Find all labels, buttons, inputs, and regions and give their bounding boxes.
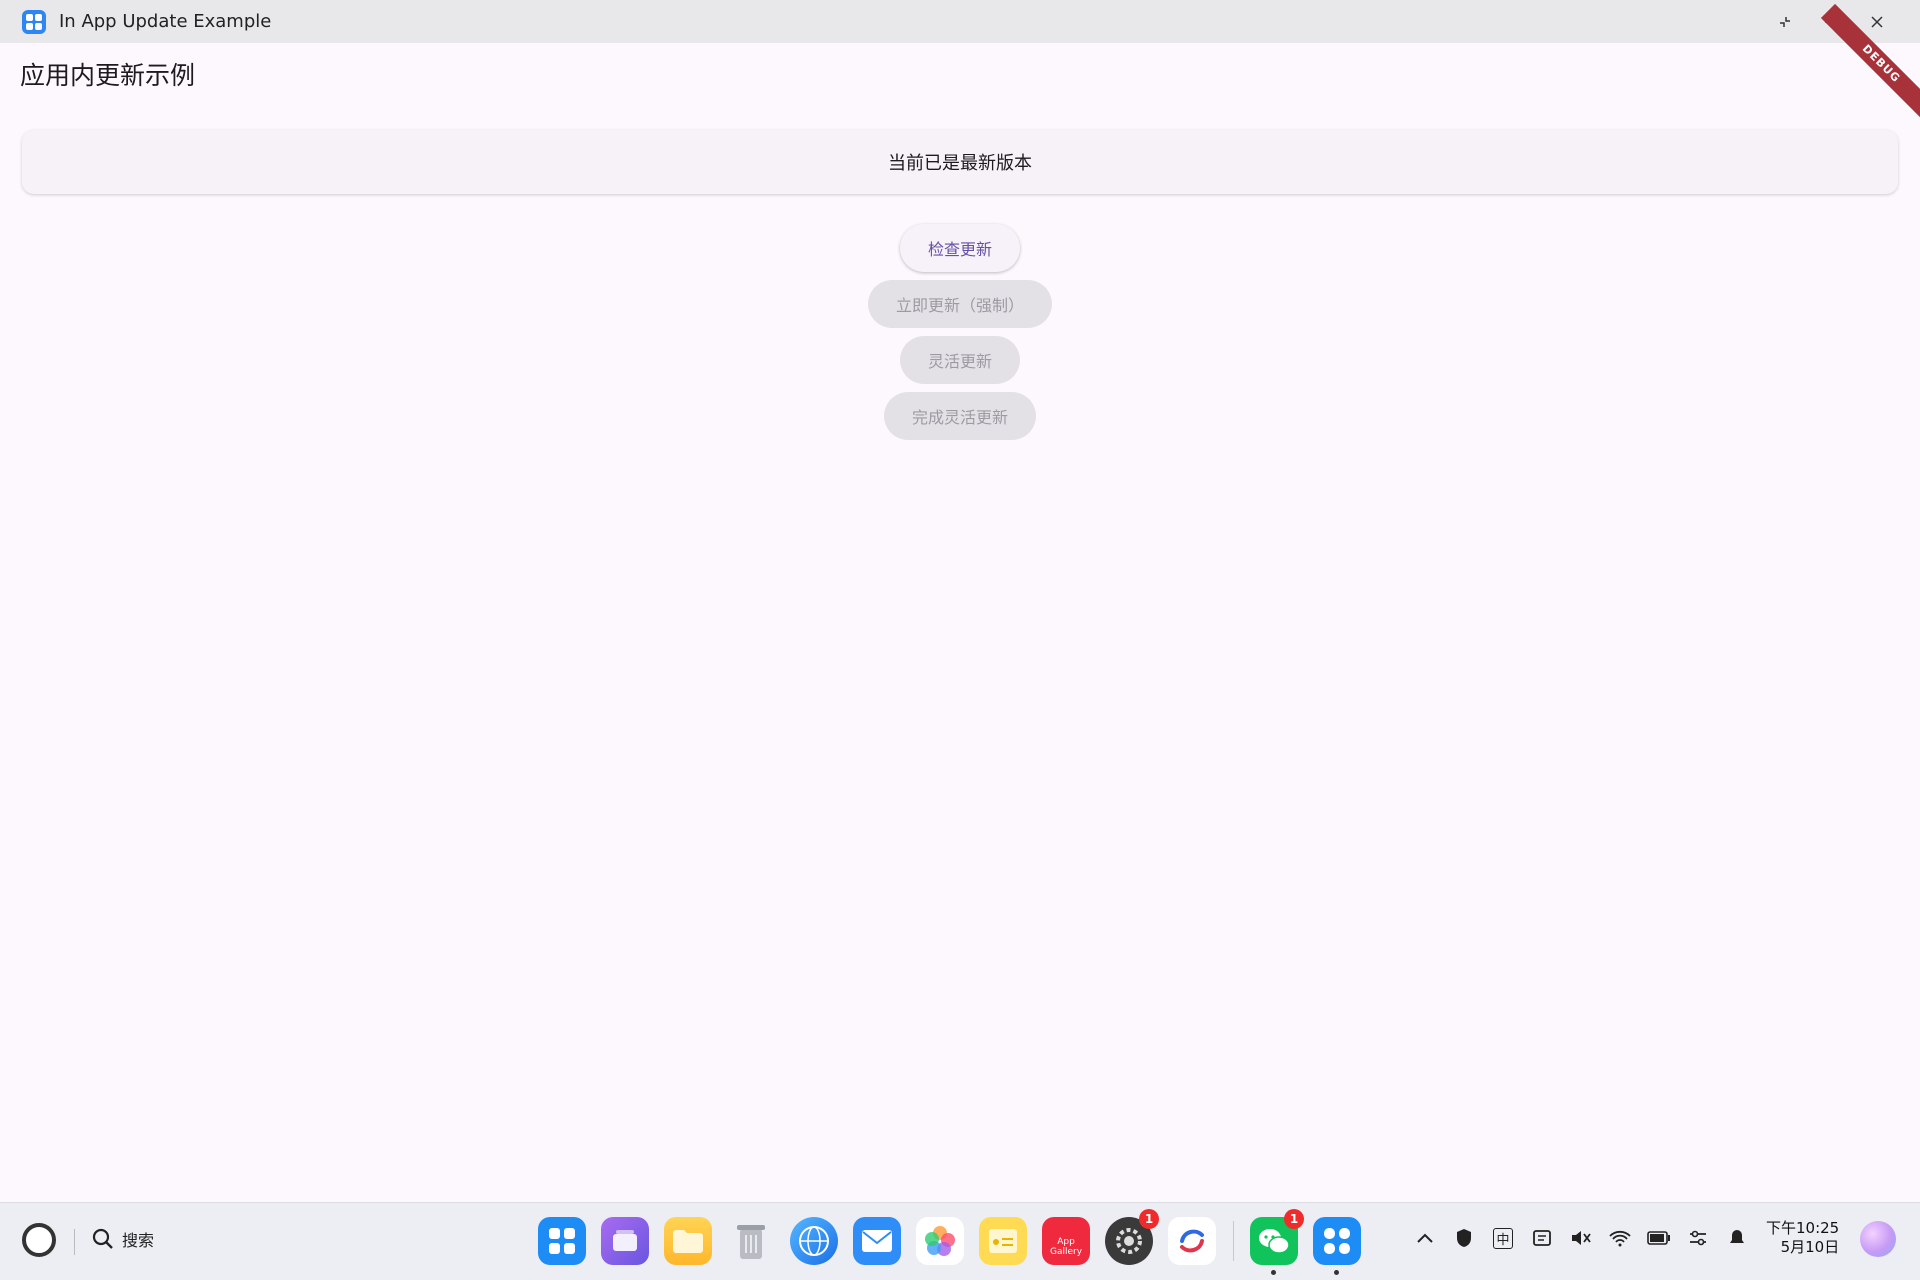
app-gallery-icon[interactable]: App Gallery <box>1042 1217 1090 1265</box>
app-gallery-label-1: App <box>1057 1237 1075 1247</box>
action-buttons: 检查更新 立即更新（强制） 灵活更新 完成灵活更新 <box>0 224 1920 448</box>
restore-icon <box>1780 16 1790 27</box>
mail-icon[interactable] <box>853 1217 901 1265</box>
immediate-update-button[interactable]: 立即更新（强制） <box>867 280 1052 328</box>
launcher-icon[interactable] <box>538 1217 586 1265</box>
wifi-icon[interactable] <box>1607 1225 1633 1251</box>
shield-icon[interactable] <box>1451 1225 1477 1251</box>
status-text: 当前已是最新版本 <box>888 153 1032 174</box>
chevron-up-icon[interactable] <box>1412 1225 1438 1251</box>
trash-icon[interactable] <box>727 1217 775 1265</box>
dock: App Gallery 1 1 <box>538 1209 1376 1275</box>
multi-window-icon[interactable] <box>601 1217 649 1265</box>
start-button[interactable] <box>22 1223 56 1257</box>
settings-badge: 1 <box>1139 1209 1159 1229</box>
control-center-icon[interactable] <box>1685 1225 1711 1251</box>
running-indicator <box>1271 1270 1276 1275</box>
notes-icon[interactable] <box>979 1217 1027 1265</box>
volume-muted-icon[interactable] <box>1568 1225 1594 1251</box>
check-update-button[interactable]: 检查更新 <box>899 224 1020 272</box>
system-tray: 中 <box>1412 1225 1763 1251</box>
search-button[interactable]: 搜索 <box>92 1227 154 1251</box>
page-title: 应用内更新示例 <box>20 61 196 90</box>
files-icon[interactable] <box>664 1217 712 1265</box>
taskbar-divider <box>74 1229 75 1255</box>
clipboard-icon[interactable] <box>1529 1225 1555 1251</box>
ime-indicator[interactable]: 中 <box>1490 1225 1516 1251</box>
flexible-update-button[interactable]: 灵活更新 <box>899 336 1020 384</box>
complete-flexible-update-button[interactable]: 完成灵活更新 <box>883 392 1036 440</box>
title-bar: In App Update Example <box>0 0 1920 43</box>
assistant-icon[interactable] <box>1860 1221 1896 1257</box>
running-indicator <box>1334 1270 1339 1275</box>
search-icon <box>92 1228 113 1249</box>
code-icon[interactable] <box>1168 1217 1216 1265</box>
taskbar: 搜索 App Gallery 1 1 中 下午10:25 5月10日 <box>0 1202 1920 1280</box>
restore-button[interactable] <box>1762 0 1808 43</box>
in-app-update-icon[interactable] <box>1313 1217 1361 1275</box>
dock-divider <box>1233 1221 1234 1261</box>
clock[interactable]: 下午10:25 5月10日 <box>1766 1219 1839 1257</box>
app-icon <box>22 9 46 34</box>
close-icon <box>1871 15 1883 28</box>
clock-date: 5月10日 <box>1780 1238 1840 1256</box>
app-gallery-label-2: Gallery <box>1049 1247 1083 1257</box>
clock-time: 下午10:25 <box>1766 1219 1840 1237</box>
photos-icon[interactable] <box>916 1217 964 1265</box>
status-card: 当前已是最新版本 <box>22 130 1898 194</box>
window-title: In App Update Example <box>59 11 272 32</box>
ime-label: 中 <box>1493 1227 1513 1249</box>
wechat-icon[interactable]: 1 <box>1250 1209 1304 1275</box>
search-label: 搜索 <box>122 1231 155 1250</box>
wechat-badge: 1 <box>1284 1209 1304 1229</box>
battery-icon[interactable] <box>1646 1225 1672 1251</box>
notification-icon[interactable] <box>1724 1225 1750 1251</box>
settings-icon[interactable]: 1 <box>1105 1209 1159 1265</box>
browser-icon[interactable] <box>790 1217 838 1265</box>
